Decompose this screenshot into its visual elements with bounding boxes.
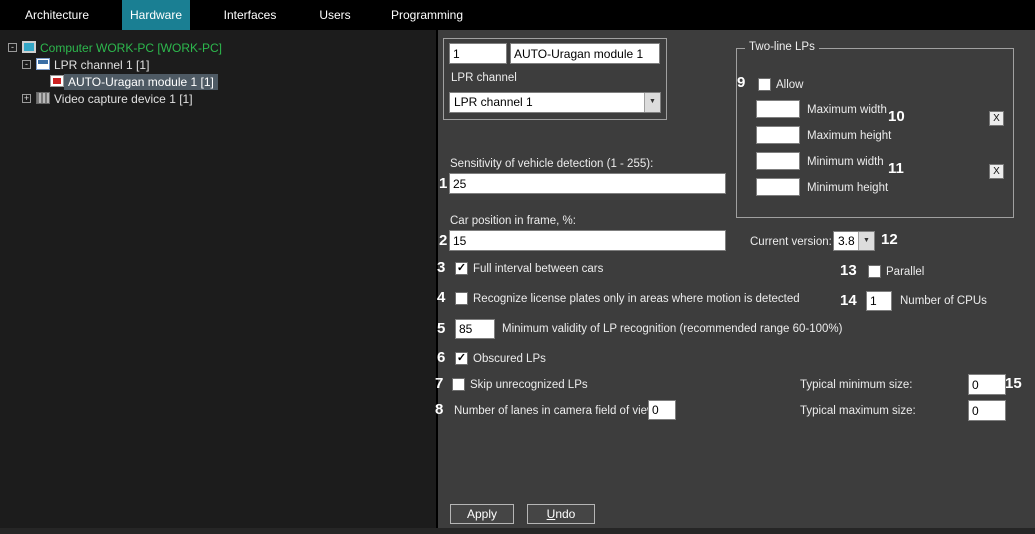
tree-row-lpr-channel: - LPR channel 1 [1] bbox=[0, 57, 436, 74]
module-name-field[interactable] bbox=[510, 43, 660, 64]
tree-item-uragan-module[interactable]: AUTO-Uragan module 1 [1] bbox=[64, 74, 218, 90]
typical-max-size-label: Typical maximum size: bbox=[800, 404, 916, 418]
tree-item-computer[interactable]: Computer WORK-PC [WORK-PC] bbox=[40, 41, 222, 55]
application-window: Architecture Hardware Interfaces Users P… bbox=[0, 0, 1035, 534]
lanes-field[interactable] bbox=[648, 400, 676, 420]
current-version-select[interactable]: 3.8 ▼ bbox=[833, 231, 875, 251]
hardware-tree-panel: - Computer WORK-PC [WORK-PC] - LPR chann… bbox=[0, 30, 436, 528]
cpus-field[interactable] bbox=[866, 291, 892, 311]
lpr-channel-label: LPR channel bbox=[451, 71, 517, 85]
tab-hardware[interactable]: Hardware bbox=[122, 0, 190, 30]
annotation-10: 10 bbox=[888, 108, 905, 125]
car-position-label: Car position in frame, %: bbox=[450, 214, 576, 228]
video-capture-icon bbox=[36, 92, 50, 104]
obscured-lps-label: Obscured LPs bbox=[473, 352, 546, 366]
tree-item-lpr-channel[interactable]: LPR channel 1 [1] bbox=[54, 58, 149, 72]
tab-architecture[interactable]: Architecture bbox=[14, 0, 100, 30]
module-settings-panel: LPR channel LPR channel 1 ▼ Sensitivity … bbox=[438, 30, 1035, 528]
max-height-label: Maximum height bbox=[807, 129, 891, 143]
min-validity-field[interactable] bbox=[455, 319, 495, 339]
annotation-3: 3 bbox=[437, 259, 445, 276]
min-height-field[interactable] bbox=[756, 178, 800, 196]
lanes-label: Number of lanes in camera field of view: bbox=[454, 404, 659, 418]
sensitivity-field[interactable] bbox=[449, 173, 726, 194]
car-position-field[interactable] bbox=[449, 230, 726, 251]
min-validity-label: Minimum validity of LP recognition (reco… bbox=[502, 322, 842, 336]
two-line-lps-title: Two-line LPs bbox=[745, 41, 819, 53]
main-tab-bar: Architecture Hardware Interfaces Users P… bbox=[0, 0, 1035, 30]
annotation-7: 7 bbox=[435, 375, 443, 392]
lpr-channel-selected-value: LPR channel 1 bbox=[454, 93, 533, 112]
chevron-down-icon[interactable]: ▼ bbox=[644, 93, 660, 112]
min-size-clear-button[interactable]: X bbox=[989, 164, 1004, 179]
typical-min-size-field[interactable] bbox=[968, 374, 1006, 395]
expander-video-capture[interactable]: + bbox=[22, 94, 31, 103]
tree-row-uragan-module: AUTO-Uragan module 1 [1] bbox=[0, 74, 436, 91]
annotation-4: 4 bbox=[437, 289, 445, 306]
annotation-14: 14 bbox=[840, 292, 857, 309]
expander-lpr-channel[interactable]: - bbox=[22, 60, 31, 69]
module-id-field[interactable] bbox=[449, 43, 507, 64]
recognize-motion-label: Recognize license plates only in areas w… bbox=[473, 292, 800, 306]
min-width-field[interactable] bbox=[756, 152, 800, 170]
tree-row-computer: - Computer WORK-PC [WORK-PC] bbox=[0, 40, 436, 57]
uragan-module-icon bbox=[50, 75, 64, 87]
tree-item-video-capture[interactable]: Video capture device 1 [1] bbox=[54, 92, 193, 106]
annotation-9: 9 bbox=[737, 74, 745, 91]
parallel-label: Parallel bbox=[886, 265, 924, 279]
computer-icon bbox=[22, 41, 36, 53]
typical-min-size-label: Typical minimum size: bbox=[800, 378, 912, 392]
allow-label: Allow bbox=[776, 78, 803, 92]
min-height-label: Minimum height bbox=[807, 181, 888, 195]
two-line-lps-group: Two-line LPs Allow Maximum width Maximum… bbox=[736, 48, 1014, 218]
annotation-5: 5 bbox=[437, 320, 445, 337]
annotation-2: 2 bbox=[439, 232, 447, 249]
annotation-6: 6 bbox=[437, 349, 445, 366]
recognize-motion-checkbox[interactable] bbox=[455, 292, 468, 305]
tab-users[interactable]: Users bbox=[306, 0, 364, 30]
sensitivity-label: Sensitivity of vehicle detection (1 - 25… bbox=[450, 157, 653, 171]
max-width-label: Maximum width bbox=[807, 103, 887, 117]
undo-label-rest: ndo bbox=[555, 507, 575, 521]
obscured-lps-checkbox[interactable]: ✓ bbox=[455, 352, 468, 365]
full-interval-checkbox[interactable]: ✓ bbox=[455, 262, 468, 275]
tab-programming[interactable]: Programming bbox=[382, 0, 472, 30]
skip-unrecognized-label: Skip unrecognized LPs bbox=[470, 378, 588, 392]
min-width-label: Minimum width bbox=[807, 155, 884, 169]
typical-max-size-field[interactable] bbox=[968, 400, 1006, 421]
annotation-8: 8 bbox=[435, 401, 443, 418]
lpr-channel-select[interactable]: LPR channel 1 ▼ bbox=[449, 92, 661, 113]
max-size-clear-button[interactable]: X bbox=[989, 111, 1004, 126]
expander-computer[interactable]: - bbox=[8, 43, 17, 52]
max-width-field[interactable] bbox=[756, 100, 800, 118]
tab-interfaces[interactable]: Interfaces bbox=[210, 0, 290, 30]
cpus-label: Number of CPUs bbox=[900, 294, 987, 308]
current-version-label: Current version: bbox=[750, 235, 832, 249]
apply-button[interactable]: Apply bbox=[450, 504, 514, 524]
full-interval-label: Full interval between cars bbox=[473, 262, 603, 276]
parallel-checkbox[interactable] bbox=[868, 265, 881, 278]
annotation-15: 15 bbox=[1005, 375, 1022, 392]
annotation-12: 12 bbox=[881, 231, 898, 248]
lpr-channel-icon bbox=[36, 58, 50, 70]
bottom-status-strip bbox=[0, 528, 1035, 534]
annotation-11: 11 bbox=[888, 160, 904, 177]
tree-row-video-capture: + Video capture device 1 [1] bbox=[0, 91, 436, 108]
annotation-1: 1 bbox=[439, 175, 447, 192]
max-height-field[interactable] bbox=[756, 126, 800, 144]
current-version-selected-value: 3.8 bbox=[838, 232, 855, 250]
undo-button[interactable]: Undo bbox=[527, 504, 595, 524]
chevron-down-icon[interactable]: ▼ bbox=[858, 232, 874, 250]
annotation-13: 13 bbox=[840, 262, 857, 279]
allow-checkbox[interactable] bbox=[758, 78, 771, 91]
undo-accelerator: U bbox=[547, 507, 556, 521]
skip-unrecognized-checkbox[interactable] bbox=[452, 378, 465, 391]
